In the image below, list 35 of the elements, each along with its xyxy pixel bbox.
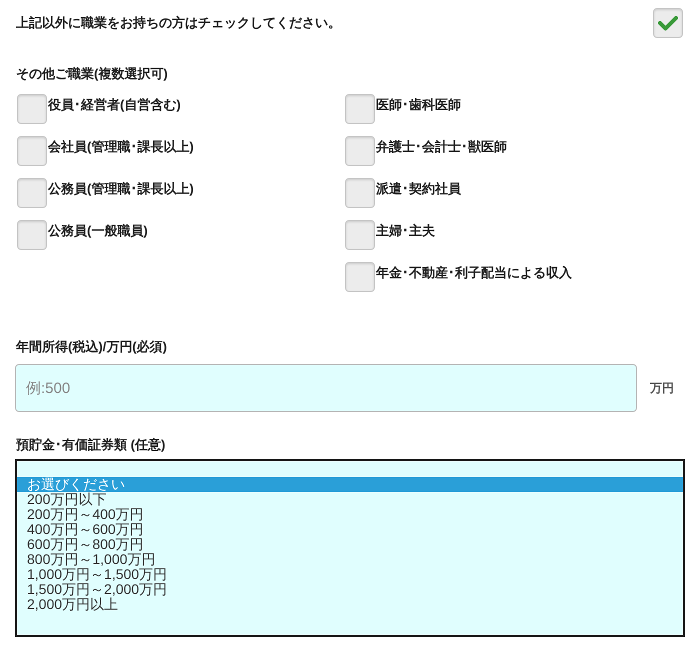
- checkbox[interactable]: [345, 94, 375, 124]
- checkbox-label: 年金･不動産･利子配当による収入: [376, 264, 572, 282]
- checkbox[interactable]: [345, 220, 375, 250]
- checkbox-label: 公務員(一般職員): [48, 222, 148, 240]
- checkbox[interactable]: [17, 220, 47, 250]
- checkbox-label: 弁護士･会計士･獣医師: [376, 138, 507, 156]
- checkbox-label: 派遣･契約社員: [376, 180, 461, 198]
- checkbox[interactable]: [345, 178, 375, 208]
- checkbox-label: 公務員(管理職･課長以上): [48, 180, 194, 198]
- prompt-text: 上記以外に職業をお持ちの方はチェックしてください。: [16, 14, 341, 32]
- checkbox[interactable]: [345, 136, 375, 166]
- list-option[interactable]: 600万円～800万円: [17, 536, 683, 552]
- checkbox-label: 役員･経営者(自営含む): [48, 96, 181, 114]
- list-option[interactable]: 200万円～400万円: [17, 506, 683, 522]
- unit-text: 万円: [650, 380, 674, 397]
- checkbox[interactable]: [17, 178, 47, 208]
- list-option[interactable]: 800万円～1,000万円: [17, 552, 683, 566]
- check-icon: [658, 14, 678, 30]
- checkbox-label: 医師･歯科医師: [376, 96, 461, 114]
- section-label: その他ご職業(複数選択可): [15, 65, 169, 83]
- checkbox[interactable]: [653, 8, 683, 38]
- list-option[interactable]: 1,000万円～1,500万円: [17, 566, 683, 582]
- list-option[interactable]: 200万円以下: [17, 492, 683, 506]
- list-option[interactable]: 400万円～600万円: [17, 522, 683, 536]
- field-label: 年間所得(税込)/万円(必須): [14, 338, 168, 356]
- checkbox[interactable]: [17, 94, 47, 124]
- list-option[interactable]: 1,500万円～2,000万円: [17, 582, 683, 596]
- checkbox[interactable]: [17, 136, 47, 166]
- field-label: 預貯金･有価証券類 (任意): [15, 436, 166, 454]
- income-field[interactable]: 例:500: [15, 364, 637, 412]
- checkbox-label: 会社員(管理職･課長以上): [48, 138, 194, 156]
- checkbox[interactable]: [345, 262, 375, 292]
- checkbox-label: 主婦･主夫: [376, 222, 435, 240]
- savings-listbox[interactable]: お選びください 200万円以下 200万円～400万円 400万円～600万円 600万円～800万円 800万円～1,000万円 1,000万円～1,500万円 1,500万円～2,000万円 2,000万円以上: [15, 458, 685, 636]
- list-option[interactable]: 2,000万円以上: [17, 596, 683, 612]
